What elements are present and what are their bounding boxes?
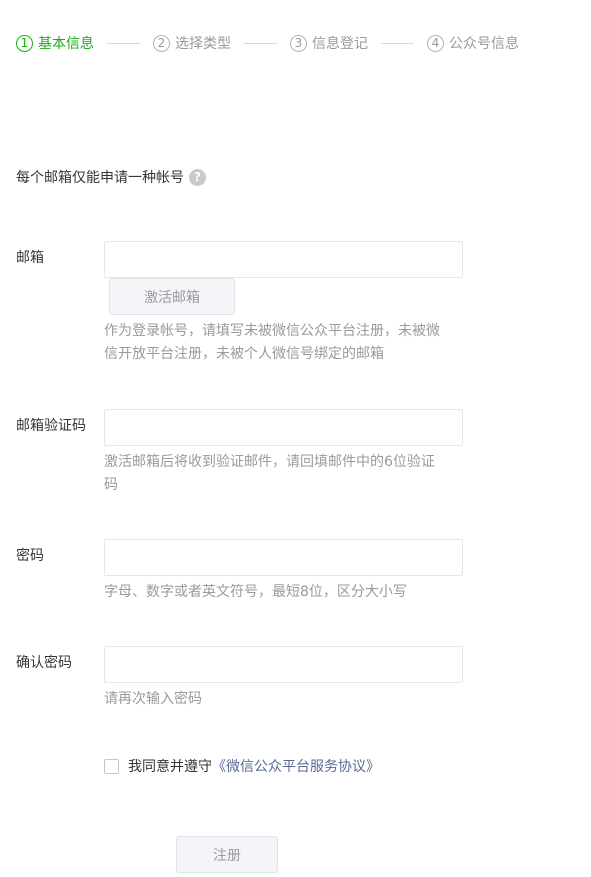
password-tip: 字母、数字或者英文符号，最短8位，区分大小写	[104, 584, 407, 600]
password-input[interactable]	[104, 539, 463, 576]
step-number-circle: 1	[16, 34, 33, 52]
confirm-password-tip: 请再次输入密码	[104, 691, 202, 707]
confirm-password-label: 确认密码	[16, 655, 72, 671]
help-icon[interactable]: ?	[189, 168, 206, 186]
password-label: 密码	[16, 548, 44, 564]
step-divider	[244, 42, 277, 44]
registration-steps: 1 基本信息 2 选择类型 3 信息登记 4 公众号信息	[16, 31, 519, 55]
verification-code-label: 邮箱验证码	[16, 418, 86, 434]
verification-code-input[interactable]	[104, 409, 463, 446]
step-divider	[107, 42, 140, 44]
email-label: 邮箱	[16, 250, 44, 266]
step-number-circle: 3	[290, 34, 307, 52]
step-number-circle: 4	[427, 34, 444, 52]
step-divider	[381, 42, 414, 44]
step-basic-info: 1 基本信息	[16, 33, 94, 53]
step-select-type: 2 选择类型	[153, 33, 231, 53]
step-number-circle: 2	[153, 34, 170, 52]
service-agreement-link[interactable]: 《微信公众平台服务协议》	[212, 756, 380, 776]
activate-email-button[interactable]: 激活邮箱	[109, 278, 235, 315]
confirm-password-input[interactable]	[104, 646, 463, 683]
step-label: 基本信息	[38, 36, 94, 52]
email-notice: 每个邮箱仅能申请一种帐号 ?	[16, 167, 206, 187]
agreement-checkbox[interactable]	[104, 758, 119, 774]
agreement-text: 我同意并遵守	[128, 759, 212, 775]
email-input[interactable]	[104, 241, 463, 278]
agreement-row: 我同意并遵守 《微信公众平台服务协议》	[104, 756, 380, 776]
step-label: 选择类型	[175, 36, 231, 52]
verification-code-tip: 激活邮箱后将收到验证邮件，请回填邮件中的6位验证码	[104, 454, 435, 493]
email-tip: 作为登录帐号，请填写未被微信公众平台注册，未被微信开放平台注册，未被个人微信号绑…	[104, 323, 440, 362]
step-info-registration: 3 信息登记	[290, 33, 368, 53]
step-label: 公众号信息	[449, 36, 519, 52]
register-button[interactable]: 注册	[176, 836, 278, 873]
step-account-info: 4 公众号信息	[427, 33, 519, 53]
notice-text: 每个邮箱仅能申请一种帐号	[16, 170, 184, 186]
step-label: 信息登记	[312, 36, 368, 52]
